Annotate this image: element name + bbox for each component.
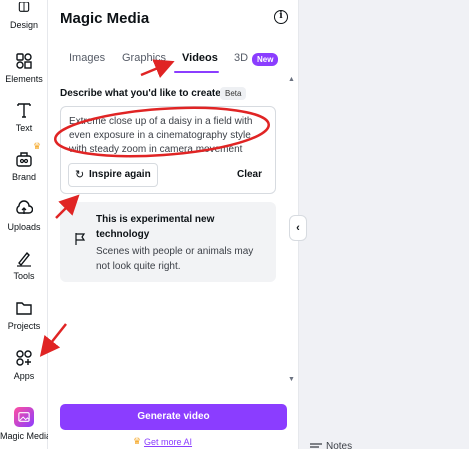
tab-images[interactable]: Images — [69, 52, 105, 64]
brand-icon — [16, 152, 32, 167]
notes-button[interactable]: Notes — [326, 441, 352, 449]
sidebar-item-label: Design — [9, 20, 38, 30]
scroll-down-icon[interactable]: ▼ — [288, 376, 295, 383]
notes-icon — [310, 443, 322, 448]
sidebar-item-design[interactable]: Design — [0, 2, 48, 30]
elements-icon — [16, 53, 32, 69]
sidebar-item-label: Uploads — [7, 222, 41, 232]
tab-3d[interactable]: 3D — [234, 52, 248, 64]
prompt-text[interactable]: Extreme close up of a daisy in a field w… — [69, 115, 269, 157]
info-icon[interactable]: i — [274, 10, 288, 24]
collapse-panel-button[interactable]: ‹ — [289, 215, 307, 241]
panel-title: Magic Media — [60, 10, 150, 27]
media-tabs: Images Graphics Videos 3D New — [56, 52, 288, 74]
prompt-input[interactable]: Extreme close up of a daisy in a field w… — [60, 106, 276, 194]
magic-media-icon — [14, 407, 34, 427]
describe-label: Describe what you'd like to create — [60, 88, 221, 99]
sidebar-item-brand[interactable]: Brand — [0, 150, 48, 182]
inspire-again-label: Inspire again — [89, 169, 151, 180]
refresh-icon: ↻ — [75, 169, 85, 181]
design-icon — [18, 2, 30, 12]
magic-media-panel: Magic Media i Images Graphics Videos 3D … — [48, 0, 299, 449]
new-badge: New — [252, 53, 279, 66]
sidebar-item-elements[interactable]: Elements — [0, 52, 48, 84]
get-more-ai-link[interactable]: Get more AI — [144, 437, 192, 447]
sidebar-item-apps[interactable]: Apps — [0, 349, 48, 381]
sidebar-item-uploads[interactable]: Uploads — [0, 200, 48, 232]
sidebar-item-label: Elements — [5, 74, 43, 84]
sidebar-item-text[interactable]: Text — [0, 101, 48, 133]
apps-icon — [16, 350, 32, 366]
beta-badge: Beta — [220, 87, 247, 100]
sidebar-item-label: Magic Media — [0, 431, 52, 441]
scroll-up-icon[interactable]: ▲ — [288, 76, 295, 83]
sidebar-item-label: Text — [15, 123, 33, 133]
generate-video-button[interactable]: Generate video — [60, 404, 287, 430]
experimental-notice: This is experimental new technology Scen… — [60, 202, 276, 282]
sidebar-item-label: Tools — [13, 271, 35, 281]
inspire-again-button[interactable]: ↻ Inspire again — [68, 163, 158, 187]
tab-graphics[interactable]: Graphics — [122, 52, 166, 64]
sidebar-item-magic-media[interactable]: Magic Media — [0, 407, 52, 441]
sidebar-item-tools[interactable]: Tools — [0, 249, 48, 281]
sidebar-item-label: Apps — [13, 371, 35, 381]
tab-videos[interactable]: Videos — [182, 52, 218, 64]
flag-icon — [75, 233, 86, 245]
clear-button[interactable]: Clear — [237, 169, 262, 180]
projects-icon — [16, 302, 32, 315]
tools-icon — [17, 251, 31, 267]
sidebar-item-label: Projects — [7, 321, 41, 331]
active-tab-indicator — [174, 71, 219, 73]
sidebar-item-projects[interactable]: Projects — [0, 299, 48, 331]
sidebar-item-label: Brand — [11, 172, 37, 182]
text-icon — [17, 103, 31, 118]
left-rail: Design Elements Text ♛ Brand Uploads Too… — [0, 0, 52, 449]
experimental-body: Scenes with people or animals may not lo… — [96, 246, 254, 272]
experimental-title: This is experimental new technology — [96, 214, 215, 240]
uploads-icon — [16, 200, 33, 214]
premium-crown-icon: ♛ — [133, 436, 142, 446]
